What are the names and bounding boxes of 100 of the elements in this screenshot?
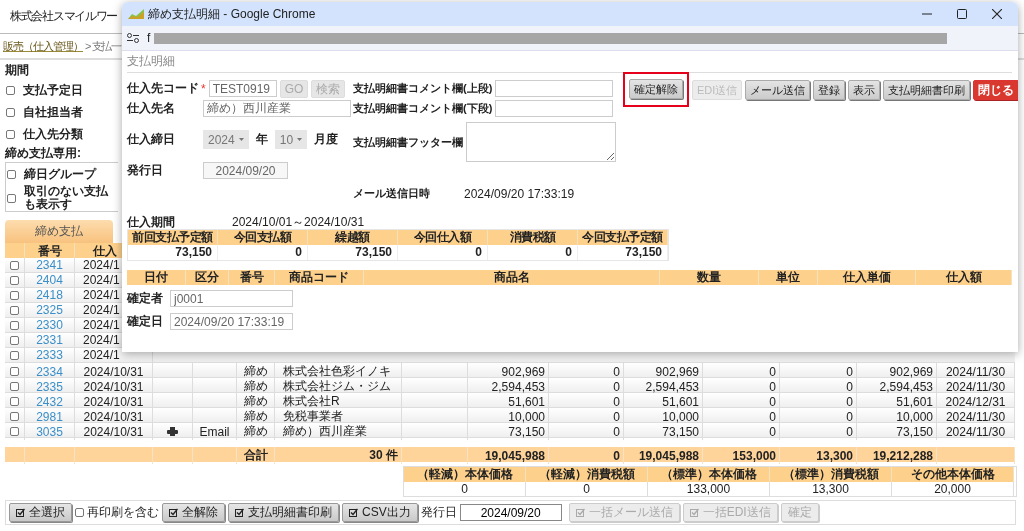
- table-cell: 0: [703, 423, 780, 440]
- checkbox[interactable]: [7, 169, 16, 179]
- checkbox[interactable]: [7, 193, 16, 203]
- field-label: 仕入締日: [127, 131, 176, 148]
- checkbox[interactable]: [10, 335, 19, 345]
- number-link[interactable]: 2404: [36, 273, 63, 287]
- column-header: その他本体価格: [892, 467, 1014, 482]
- checkbox[interactable]: [10, 320, 19, 330]
- column-header: 消費税額: [488, 230, 578, 245]
- field-value: 2024/10/01～2024/10/31: [232, 213, 365, 231]
- checkbox[interactable]: [75, 508, 84, 517]
- field-label: 仕入先コード: [127, 80, 200, 97]
- column-header: 単位: [759, 270, 818, 285]
- checkbox-icon: [689, 508, 699, 517]
- number-link[interactable]: 2341: [36, 258, 63, 272]
- field-label: 支払明細書フッター欄: [353, 134, 463, 150]
- checkbox-icon: [169, 508, 178, 517]
- checkbox[interactable]: [10, 275, 19, 285]
- checkbox[interactable]: [6, 107, 15, 117]
- column-header: （標準）本体価格: [648, 467, 770, 482]
- app-title: 株式会社スマイルワー: [10, 8, 117, 25]
- field-label: メール送信日時: [353, 186, 431, 201]
- field-label: 支払明細書コメント欄(下段): [353, 101, 493, 116]
- table-cell: 0: [218, 245, 308, 260]
- column-header: 区分: [186, 270, 229, 285]
- tab[interactable]: 締め支払: [5, 220, 113, 243]
- number-link[interactable]: 3035: [36, 424, 63, 439]
- table-cell: 73,150: [468, 423, 549, 440]
- checkbox[interactable]: [10, 290, 19, 300]
- column-header: 番号: [229, 270, 275, 285]
- checkbox[interactable]: [10, 367, 19, 376]
- checkbox[interactable]: [6, 129, 15, 139]
- year-select[interactable]: 2024: [203, 130, 249, 149]
- breadcrumb-text: > 支払一: [85, 38, 121, 54]
- table-cell: 73,150: [857, 423, 937, 440]
- number-link[interactable]: 2335: [36, 379, 63, 394]
- checkbox[interactable]: [10, 382, 19, 391]
- table-cell: Email: [199, 424, 230, 439]
- checkbox[interactable]: [10, 427, 19, 436]
- column-header: 繰越額: [308, 230, 398, 245]
- app-icon: [128, 9, 144, 19]
- checkbox[interactable]: [10, 350, 19, 360]
- column-header: 今回支払予定額: [578, 230, 668, 245]
- column-header: 前回支払予定額: [128, 230, 218, 245]
- action-button[interactable]: 確定解除: [629, 79, 683, 99]
- breadcrumb-link[interactable]: 販売（仕入管理）: [3, 38, 83, 54]
- window-title: 締め支払明細 - Google Chrome: [148, 5, 316, 23]
- table-cell: 2024/10/31: [75, 423, 153, 440]
- caret-icon: [297, 138, 303, 141]
- table-cell: 73,150: [128, 245, 218, 260]
- unit-label: 年: [255, 131, 268, 148]
- required-mark: *: [201, 81, 206, 96]
- close-icon: [992, 9, 1002, 19]
- checkbox-label: 支払予定日: [23, 81, 83, 99]
- checkbox-label: 自社担当者: [23, 103, 83, 121]
- checkbox[interactable]: [10, 397, 19, 406]
- column-header: 今回支払額: [218, 230, 308, 245]
- field-value: 2024/09/20 17:33:19: [464, 186, 575, 201]
- number-link[interactable]: 2325: [36, 303, 63, 317]
- total-count: 30 件: [275, 447, 402, 464]
- number-link[interactable]: 2331: [36, 333, 63, 347]
- comment-field[interactable]: [495, 100, 614, 117]
- filter-label: 期間: [5, 62, 30, 79]
- field-label: 支払明細書コメント欄(上段): [353, 81, 493, 96]
- table-cell: 0: [549, 447, 624, 464]
- checkbox[interactable]: [10, 260, 19, 270]
- toolbar-button[interactable]: 全選択: [9, 503, 72, 522]
- action-button[interactable]: メール送信: [745, 79, 811, 100]
- column-header: 数量: [660, 270, 759, 285]
- number-link[interactable]: 2981: [36, 409, 63, 424]
- checkbox-label: 締日グループ: [24, 167, 96, 181]
- table-cell: 153,000: [703, 447, 780, 464]
- number-link[interactable]: 2330: [36, 318, 63, 332]
- date-field[interactable]: 2024/09/20: [459, 504, 562, 521]
- field-label: 発行日: [127, 162, 164, 179]
- action-button[interactable]: 表示: [848, 79, 881, 100]
- table-cell: 締め: [237, 423, 275, 440]
- checkbox[interactable]: [10, 412, 19, 421]
- action-button[interactable]: 登録: [813, 79, 846, 100]
- checkbox[interactable]: [6, 85, 15, 95]
- comment-field[interactable]: [495, 80, 614, 97]
- action-button[interactable]: 支払明細書印刷: [883, 79, 971, 100]
- address-text: f: [147, 31, 151, 45]
- checkbox-icon: [235, 508, 244, 517]
- table-cell: 19,045,988: [468, 447, 549, 464]
- month-select[interactable]: 10: [274, 130, 308, 149]
- site-settings-icon: [127, 33, 139, 43]
- number-link[interactable]: 2432: [36, 394, 63, 409]
- checkbox[interactable]: [10, 305, 19, 315]
- number-link[interactable]: 2418: [36, 288, 63, 302]
- checkbox-label: 取引のない支払も表示す: [24, 185, 110, 211]
- total-label: 合計: [237, 447, 275, 464]
- toolbar-button[interactable]: CSV出力: [342, 503, 418, 522]
- action-button[interactable]: 閉じる: [973, 79, 1018, 100]
- number-link[interactable]: 2333: [36, 348, 63, 362]
- toolbar-button[interactable]: 全解除: [162, 503, 225, 522]
- number-link[interactable]: 2334: [36, 364, 63, 379]
- checkbox-label: 仕入先分類: [23, 125, 83, 143]
- toolbar-button[interactable]: 支払明細書印刷: [228, 503, 339, 522]
- checkbox-icon: [575, 508, 585, 517]
